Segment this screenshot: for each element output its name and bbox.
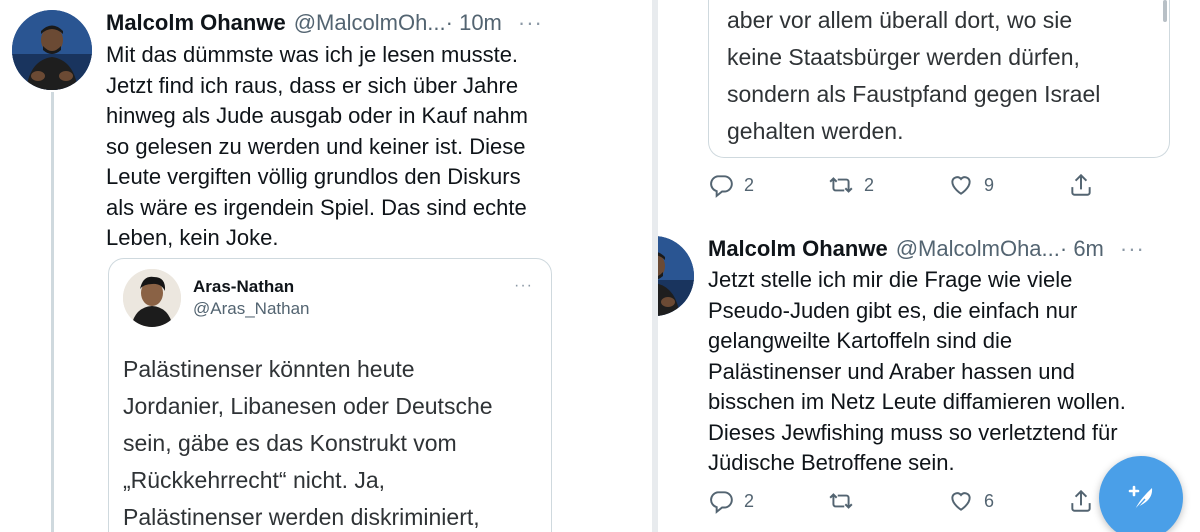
share-icon <box>1071 173 1091 196</box>
tweet-text-line: so gelesen zu werden und keiner ist. Die… <box>106 133 526 159</box>
tweet-header: Malcolm Ohanwe @MalcolmOha... · 6m ··· <box>708 236 1145 262</box>
tweet-text-line: gelangweilte Kartoffeln sind die <box>708 328 1013 353</box>
quoted-author-name[interactable]: Aras-Nathan <box>193 277 294 297</box>
quoted-tweet-text: Palästinenser könnten heute Jordanier, L… <box>123 351 493 532</box>
tweet-text-line: als wäre es irgendein Spiel. Das sind ec… <box>106 194 527 220</box>
heart-icon <box>951 492 971 511</box>
like-button[interactable]: 9 <box>948 172 994 198</box>
reply-count: 2 <box>744 490 755 511</box>
tweet-time[interactable]: · 10m <box>446 10 502 36</box>
heart-icon <box>951 176 971 195</box>
author-handle[interactable]: @MalcolmOha... <box>896 236 1060 262</box>
reply-icon <box>710 491 733 514</box>
tweet-text-line: Jetzt find ich raus, dass er sich über J… <box>106 72 519 98</box>
person-avatar-icon <box>12 10 92 90</box>
quoted-author-avatar[interactable] <box>123 269 181 327</box>
quoted-text-line: sein, gäbe es das Konstrukt vom <box>123 430 457 456</box>
tweet-text-line: Leute vergiften völlig grundlos den Disk… <box>106 164 521 189</box>
quoted-text-line: Palästinenser werden diskriminiert, <box>123 504 480 530</box>
reply-button[interactable]: 2 <box>708 172 754 198</box>
quoted-text-line: Jordanier, Libanesen oder Deutsche <box>123 393 493 419</box>
quoted-text-line: sondern als Faustpfand gegen Israel <box>727 81 1101 107</box>
tweet-text-line: Pseudo-Juden gibt es, die einfach nur <box>708 297 1078 323</box>
thread-line <box>51 92 54 532</box>
share-button[interactable] <box>1068 172 1094 198</box>
tweet-actions-bar: 2 2 9 <box>708 170 1148 200</box>
tweet-text-line: Jüdische Betroffene sein. <box>708 450 955 475</box>
quoted-more-options-icon[interactable]: ··· <box>514 277 533 295</box>
compose-feather-icon <box>1128 485 1153 511</box>
tweet-text: Mit das dümmste was ich je lesen musste.… <box>106 40 528 254</box>
tweet-text-line: Palästinenser und Araber hassen und <box>708 358 1075 384</box>
tweet-header: Malcolm Ohanwe @MalcolmOh... · 10m ··· <box>106 10 543 36</box>
scrollbar-thumb[interactable] <box>1163 0 1167 22</box>
retweet-count: 2 <box>864 174 875 195</box>
tweet-text-line: Mit das dümmste was ich je lesen musste. <box>106 42 519 67</box>
like-button[interactable]: 6 <box>948 488 994 514</box>
reply-count: 2 <box>744 174 755 195</box>
like-count: 9 <box>984 174 995 195</box>
quoted-text-line: gehalten werden. <box>727 118 904 144</box>
author-name[interactable]: Malcolm Ohanwe <box>106 10 286 36</box>
compose-tweet-button[interactable] <box>1099 456 1183 532</box>
more-options-icon[interactable]: ··· <box>1120 236 1145 262</box>
tweet-actions-bar: 2 6 <box>708 486 1148 516</box>
right-screenshot-panel: aber vor allem überall dort, wo sie kein… <box>658 0 1200 532</box>
author-handle[interactable]: @MalcolmOh... <box>294 10 446 36</box>
person-avatar-icon <box>658 236 694 316</box>
share-icon <box>1071 489 1091 512</box>
author-avatar[interactable] <box>658 236 694 316</box>
left-screenshot-panel: Malcolm Ohanwe @MalcolmOh... · 10m ··· M… <box>0 0 652 532</box>
retweet-button[interactable] <box>828 488 854 514</box>
tweet-text: Jetzt stelle ich mir die Frage wie viele… <box>708 265 1126 479</box>
like-count: 6 <box>984 490 995 511</box>
retweet-icon <box>829 493 853 509</box>
reply-icon <box>710 175 733 198</box>
author-avatar[interactable] <box>12 10 92 90</box>
more-options-icon[interactable]: ··· <box>518 10 543 36</box>
tweet-text-line: hinweg als Jude ausgab oder in Kauf nahm <box>106 103 528 128</box>
quoted-text-line: aber vor allem überall dort, wo sie <box>727 7 1073 33</box>
tweet-text-line: bisschen im Netz Leute diffamieren wolle… <box>708 389 1126 414</box>
quoted-text-line: „Rückkehrrecht“ nicht. Ja, <box>123 467 386 493</box>
quoted-tweet-text: aber vor allem überall dort, wo sie kein… <box>727 2 1100 150</box>
tweet-text-line: Leben, kein Joke. <box>106 225 279 250</box>
reply-button[interactable]: 2 <box>708 488 754 514</box>
quoted-text-line: Palästinenser könnten heute <box>123 356 415 382</box>
quoted-text-line: keine Staatsbürger werden dürfen, <box>727 44 1080 70</box>
tweet-time[interactable]: · 6m <box>1060 236 1104 262</box>
tweet-text-line: Jetzt stelle ich mir die Frage wie viele <box>708 267 1073 292</box>
retweet-button[interactable]: 2 <box>828 172 874 198</box>
tweet-text-line: Dieses Jewfishing muss so verletztend fü… <box>708 419 1118 445</box>
person-avatar-icon <box>123 269 181 327</box>
share-button[interactable] <box>1068 488 1094 514</box>
quoted-author-handle[interactable]: @Aras_Nathan <box>193 299 310 319</box>
author-name[interactable]: Malcolm Ohanwe <box>708 236 888 262</box>
quoted-tweet-card-fragment[interactable]: aber vor allem überall dort, wo sie kein… <box>708 0 1170 158</box>
quoted-tweet-card[interactable]: Aras-Nathan @Aras_Nathan ··· Palästinens… <box>108 258 552 532</box>
retweet-icon <box>829 177 853 193</box>
